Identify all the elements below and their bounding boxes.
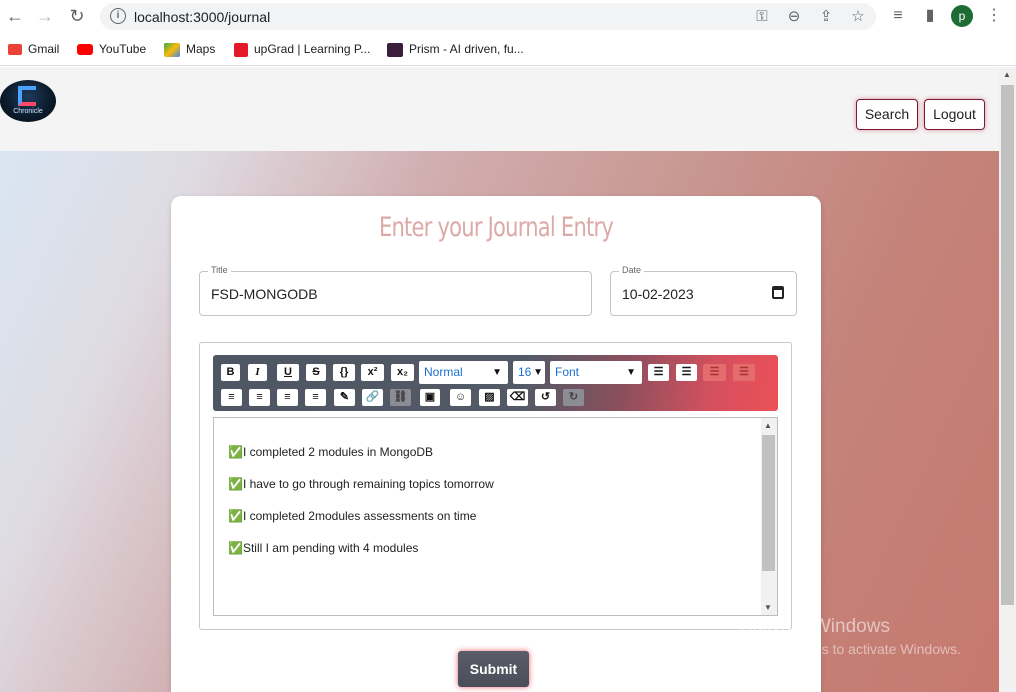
- logout-button[interactable]: Logout: [924, 99, 985, 130]
- forward-arrow-icon[interactable]: →: [34, 5, 56, 27]
- bold-button[interactable]: B: [221, 364, 240, 381]
- maps-icon: [164, 42, 180, 57]
- bookmark-upgrad[interactable]: upGrad | Learning P...: [234, 41, 370, 59]
- align-left-button[interactable]: ≡: [221, 389, 242, 406]
- font-select[interactable]: Font ▼: [550, 361, 642, 384]
- code-button[interactable]: {}: [333, 364, 355, 381]
- undo-icon[interactable]: ↺: [535, 389, 556, 406]
- content-line: ✅I completed 2 modules in MongoDB: [228, 445, 434, 459]
- outdent-button[interactable]: ☰: [733, 364, 755, 381]
- date-field[interactable]: Date 10-02-2023: [610, 265, 797, 316]
- share-icon[interactable]: ⇪: [816, 7, 836, 27]
- align-justify-button[interactable]: ≡: [305, 389, 326, 406]
- scroll-up-icon[interactable]: ▲: [1003, 70, 1011, 79]
- indent-button[interactable]: ☰: [703, 364, 726, 381]
- underline-button[interactable]: U: [277, 364, 299, 381]
- align-center-button[interactable]: ≡: [249, 389, 270, 406]
- bookmark-prism[interactable]: Prism - AI driven, fu...: [387, 41, 524, 59]
- emoji-icon[interactable]: ☺: [450, 389, 471, 406]
- bookmark-maps[interactable]: Maps: [164, 41, 215, 59]
- content-line: ✅I have to go through remaining topics t…: [228, 477, 494, 491]
- zoom-icon[interactable]: ⊖: [784, 7, 804, 27]
- align-right-button[interactable]: ≡: [277, 389, 298, 406]
- editor-content[interactable]: ✅I completed 2 modules in MongoDB ✅I hav…: [213, 417, 778, 616]
- font-size-select[interactable]: 16 ▼: [513, 361, 545, 384]
- side-panel-icon[interactable]: ▮: [919, 5, 941, 27]
- activation-watermark-title: Activate Windows: [740, 616, 890, 637]
- content-line: ✅I completed 2modules assessments on tim…: [228, 509, 477, 523]
- bookmark-star-icon[interactable]: ☆: [848, 7, 868, 27]
- bookmark-gmail[interactable]: Gmail: [8, 41, 59, 59]
- more-menu-icon[interactable]: ⋮: [983, 5, 1005, 27]
- submit-button[interactable]: Submit: [458, 651, 529, 687]
- logo-text: Chronicle: [13, 108, 43, 115]
- profile-avatar[interactable]: p: [951, 5, 973, 27]
- journal-card: Enter your Journal Entry Title FSD-MONGO…: [171, 196, 821, 692]
- title-label: Title: [208, 265, 231, 275]
- prism-icon: [387, 42, 403, 57]
- chevron-down-icon: ▼: [626, 367, 636, 378]
- date-input-value: 10-02-2023: [622, 286, 694, 302]
- app-header: Chronicle Search Logout: [0, 67, 999, 151]
- page-title: Enter your Journal Entry: [378, 212, 614, 243]
- color-picker-icon[interactable]: ✎: [334, 389, 355, 406]
- italic-button[interactable]: I: [248, 364, 267, 381]
- redo-icon[interactable]: ↻: [563, 389, 584, 406]
- title-input-value: FSD-MONGODB: [211, 286, 318, 302]
- gmail-icon: [8, 44, 22, 56]
- logo-mark-icon: [18, 86, 36, 106]
- bookmarks-bar: Gmail YouTube Maps upGrad | Learning P..…: [0, 33, 1016, 66]
- chevron-down-icon: ▼: [492, 367, 502, 378]
- url-text: localhost:3000/journal: [134, 9, 271, 25]
- unordered-list-button[interactable]: ☰: [648, 364, 669, 381]
- media-icon[interactable]: ≡: [887, 5, 909, 27]
- upgrad-icon: [234, 42, 248, 57]
- site-info-icon[interactable]: i: [110, 8, 126, 24]
- editor-toolbar: B I U S {} x² x₂ Normal ▼ 16 ▼ Font ▼ ☰ ☰ ☰: [213, 355, 778, 411]
- search-button[interactable]: Search: [856, 99, 918, 130]
- page-scroll-thumb[interactable]: [1001, 85, 1014, 605]
- link-icon[interactable]: 🔗: [362, 389, 383, 406]
- title-field[interactable]: Title FSD-MONGODB: [199, 265, 592, 316]
- ordered-list-button[interactable]: ☰: [676, 364, 697, 381]
- key-icon[interactable]: ⚿: [752, 7, 772, 27]
- format-select[interactable]: Normal ▼: [419, 361, 508, 384]
- editor-scroll-thumb[interactable]: [762, 435, 775, 571]
- youtube-icon: [77, 44, 93, 56]
- eraser-icon[interactable]: ⌫: [507, 389, 528, 406]
- unlink-icon[interactable]: ⛓: [390, 389, 411, 406]
- activation-watermark-text: Go to Settings to activate Windows.: [740, 641, 961, 657]
- scroll-down-icon[interactable]: ▼: [764, 603, 772, 612]
- scroll-up-icon[interactable]: ▲: [764, 421, 772, 430]
- editor-scrollbar[interactable]: ▲ ▼: [761, 418, 777, 615]
- reload-icon[interactable]: ↻: [66, 5, 88, 27]
- app-logo[interactable]: Chronicle: [0, 80, 56, 122]
- subscript-button[interactable]: x₂: [391, 364, 414, 381]
- content-line: ✅Still I am pending with 4 modules: [228, 541, 419, 555]
- embed-icon[interactable]: ▣: [420, 389, 440, 406]
- superscript-button[interactable]: x²: [361, 364, 384, 381]
- strikethrough-button[interactable]: S: [306, 364, 326, 381]
- chevron-down-icon: ▼: [533, 367, 543, 378]
- address-bar[interactable]: i localhost:3000/journal ⚿ ⊖ ⇪ ☆: [100, 3, 876, 30]
- back-arrow-icon[interactable]: ←: [4, 5, 26, 27]
- page: Chronicle Search Logout Enter your Journ…: [0, 67, 999, 692]
- rich-text-editor: B I U S {} x² x₂ Normal ▼ 16 ▼ Font ▼ ☰ ☰ ☰: [199, 342, 792, 630]
- browser-toolbar: ← → ↻ i localhost:3000/journal ⚿ ⊖ ⇪ ☆ ≡…: [0, 0, 1016, 33]
- page-scrollbar[interactable]: ▲: [999, 67, 1016, 692]
- date-label: Date: [619, 265, 645, 275]
- image-icon[interactable]: ▨: [479, 389, 500, 406]
- bookmark-youtube[interactable]: YouTube: [77, 41, 146, 59]
- calendar-icon[interactable]: [772, 286, 784, 299]
